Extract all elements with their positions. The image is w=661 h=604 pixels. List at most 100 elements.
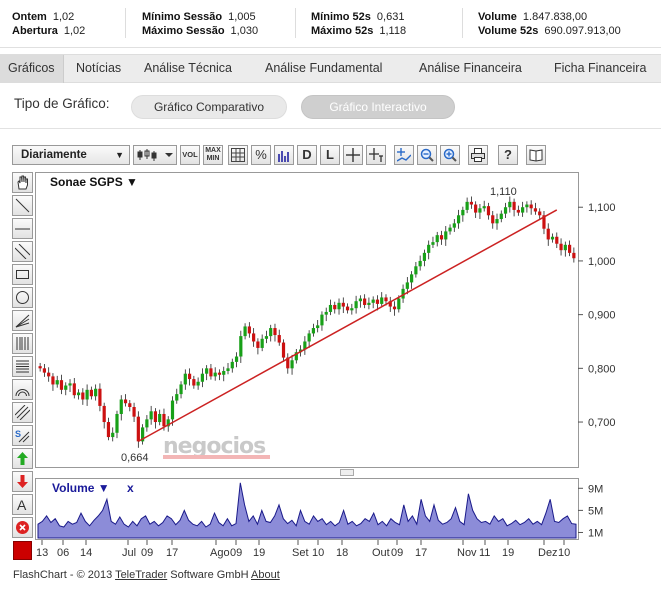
about-link[interactable]: About (251, 569, 280, 581)
candle-body (363, 298, 367, 305)
x-tick-label: 09 (141, 547, 153, 559)
x-tick-label: 18 (336, 547, 348, 559)
candle-body (380, 297, 384, 304)
candle-body (281, 342, 286, 358)
candle-body (38, 366, 42, 369)
candle-body (89, 389, 93, 397)
candle-body (512, 201, 516, 210)
panel-splitter-handle[interactable] (340, 469, 354, 476)
candle-body (81, 392, 85, 400)
close-volume-button[interactable]: x (127, 481, 134, 495)
candle-body (175, 394, 179, 401)
candle-body (427, 244, 431, 253)
candle-body (367, 302, 371, 305)
candle-body (418, 260, 422, 267)
candle-body (222, 371, 226, 375)
candle-body (119, 399, 123, 414)
candle-body (469, 201, 473, 205)
candle-body (42, 368, 47, 373)
x-tick-label: 06 (57, 547, 69, 559)
candle-body (521, 207, 525, 213)
candle-body (392, 306, 397, 310)
candle-body (333, 304, 337, 310)
candle-body (252, 333, 256, 342)
candle-body (533, 208, 538, 212)
candle-body (414, 266, 418, 275)
candle-body (516, 209, 520, 213)
candle-body (563, 244, 567, 251)
candle-body (491, 215, 495, 224)
candle-body (375, 299, 380, 304)
candle-body (474, 204, 478, 213)
candle-body (76, 392, 81, 396)
candle-body (179, 384, 183, 395)
candle-body (452, 223, 456, 228)
x-tick-label: Dez (538, 547, 558, 559)
candle-body (307, 333, 311, 342)
x-tick-label: 10 (312, 547, 324, 559)
candle-body (85, 389, 89, 400)
candle-body (187, 373, 192, 380)
candle-body (200, 373, 204, 382)
y-tick-label: 1,100 (588, 202, 616, 214)
x-tick-label: 14 (80, 547, 92, 559)
candle-body (209, 368, 213, 377)
candle-body (448, 227, 452, 232)
candle-body (311, 328, 316, 334)
x-tick-label: Jul (122, 547, 136, 559)
candle-body (461, 209, 465, 216)
x-tick-label: 09 (391, 547, 403, 559)
candle-body (495, 219, 499, 224)
candle-body (478, 208, 482, 213)
copyright-company: Software GmbH (167, 569, 251, 581)
high-annotation: 1,110 (490, 186, 517, 198)
candle-body (217, 372, 222, 375)
x-tick-label: 13 (36, 547, 48, 559)
x-tick-label: Set (292, 547, 309, 559)
candle-body (572, 252, 576, 259)
candle-body (444, 231, 448, 240)
candle-body (64, 385, 68, 390)
volume-tick-label: 1M (588, 527, 603, 539)
candle-body (486, 206, 491, 216)
candle-body (98, 388, 102, 406)
candle-body (538, 211, 542, 216)
candle-body (431, 242, 435, 245)
y-tick-label: 0,900 (588, 310, 616, 322)
candle-body (503, 207, 508, 214)
candle-body (550, 236, 555, 240)
candle-body (328, 304, 333, 312)
y-tick-label: 0,700 (588, 417, 616, 429)
candle-body (529, 204, 533, 209)
candle-body (482, 206, 486, 209)
candle-body (213, 372, 217, 377)
volume-area (37, 482, 577, 539)
candle-body (256, 341, 260, 348)
x-tick-label: 19 (502, 547, 514, 559)
candle-body (132, 407, 136, 417)
teletrader-link[interactable]: TeleTrader (115, 569, 167, 581)
candle-body (47, 372, 51, 377)
candle-body (371, 299, 375, 303)
candle-body (226, 368, 230, 372)
candle-body (72, 383, 76, 396)
volume-indicator-selector[interactable]: Volume ▼ (52, 481, 110, 495)
candle-body (345, 306, 350, 311)
candle-body (269, 328, 273, 337)
x-tick-label: Out (372, 547, 390, 559)
candle-body (456, 215, 461, 224)
x-tick-label: Nov (457, 547, 477, 559)
candle-body (341, 302, 345, 307)
candle-body (55, 380, 59, 385)
instrument-selector[interactable]: Sonae SGPS ▼ (50, 175, 138, 189)
candle-body (350, 308, 354, 311)
candle-body (94, 388, 98, 397)
candle-body (158, 413, 162, 423)
candle-body (243, 326, 247, 337)
candle-body (239, 336, 243, 357)
footer: FlashChart - © 2013 TeleTrader Software … (13, 569, 280, 581)
candle-body (273, 328, 277, 336)
candle-body (230, 361, 234, 369)
candle-body (405, 282, 409, 289)
candle-body (111, 432, 115, 438)
